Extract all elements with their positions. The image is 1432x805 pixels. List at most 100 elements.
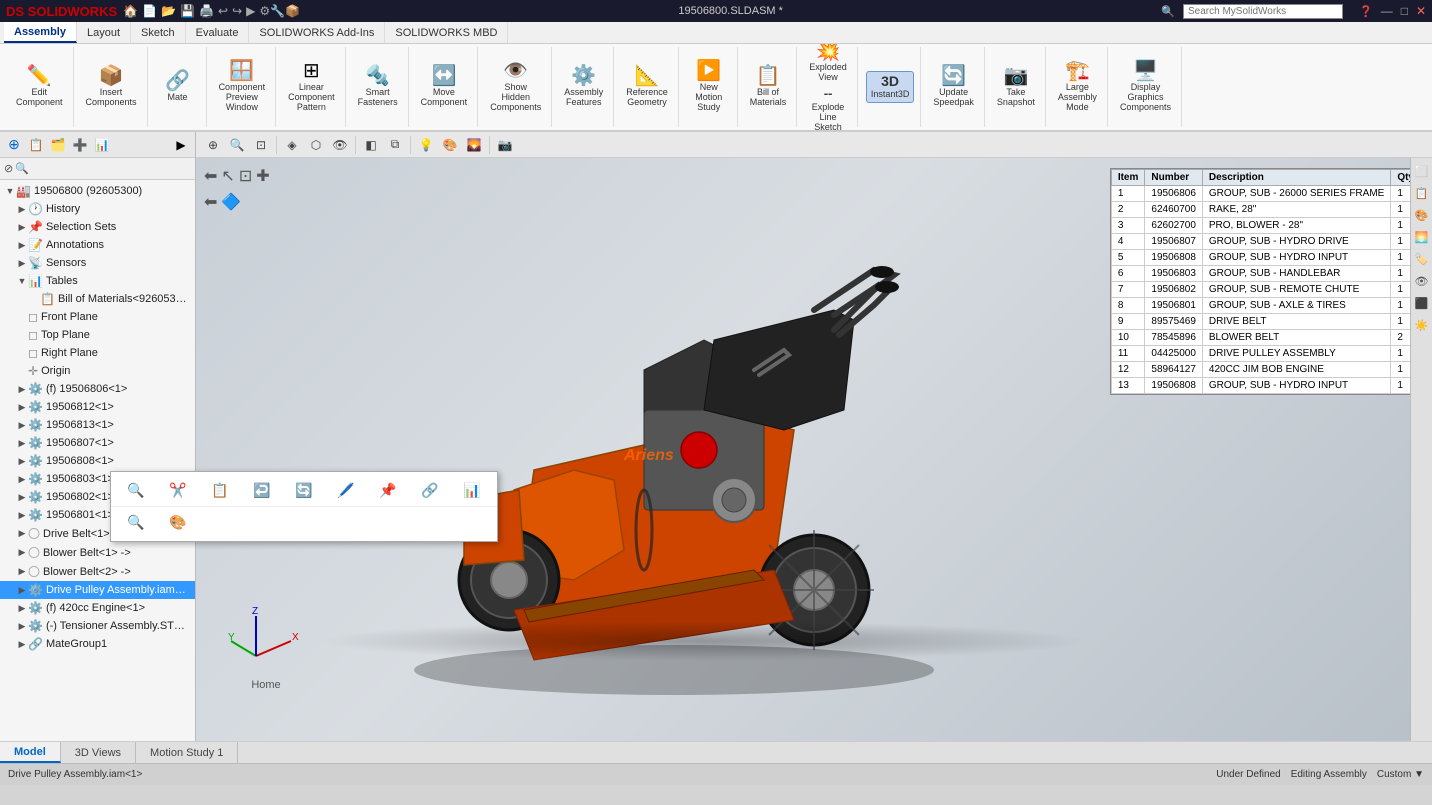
view-3d-btn[interactable]: ◈	[281, 134, 303, 156]
comp2-expander[interactable]: ▶	[16, 401, 28, 413]
engine-expander[interactable]: ▶	[16, 602, 28, 614]
comp3-expander[interactable]: ▶	[16, 419, 28, 431]
tree-right-plane[interactable]: ◻ Right Plane	[0, 344, 195, 362]
tree-blower-belt1[interactable]: ▶ 〇 Blower Belt<1> ->	[0, 543, 195, 562]
search-tree-icon[interactable]: 🔍	[15, 162, 29, 175]
new-motion-btn[interactable]: ▶️ NewMotionStudy	[687, 59, 731, 115]
view-zoom-btn[interactable]: 🔍	[226, 134, 248, 156]
feature-tree[interactable]: ▼ 🏭 19506800 (92605300) ▶ 🕐 History ▶ 📌 …	[0, 180, 195, 741]
blower-belt1-expander[interactable]: ▶	[16, 547, 28, 559]
search-input[interactable]	[1183, 4, 1343, 19]
ctx-copy-btn[interactable]: 📋	[201, 479, 239, 502]
instant3d-btn[interactable]: 3D Instant3D	[866, 71, 915, 103]
drive-belt-expander[interactable]: ▶	[16, 528, 28, 540]
view-section-btn[interactable]: ◧	[360, 134, 382, 156]
ctx-table-btn[interactable]: 📊	[453, 479, 491, 502]
view-display-btn[interactable]: 📷	[494, 134, 516, 156]
bom-expander[interactable]	[28, 293, 40, 305]
bom-row-6[interactable]: 6 19506803 GROUP, SUB - HANDLEBAR 1	[1111, 266, 1420, 282]
selection-sets-expander[interactable]: ▶	[16, 221, 28, 233]
decals-btn[interactable]: 🏷️	[1413, 250, 1431, 268]
home-btn[interactable]: 🏠	[123, 4, 138, 18]
tree-comp1[interactable]: ▶ ⚙️ (f) 19506806<1>	[0, 380, 195, 398]
comp5-expander[interactable]: ▶	[16, 455, 28, 467]
bom-row-13[interactable]: 13 19506808 GROUP, SUB - HYDRO INPUT 1	[1111, 378, 1420, 394]
tree-comp4[interactable]: ▶ ⚙️ 19506807<1>	[0, 434, 195, 452]
tree-tables[interactable]: ▼ 📊 Tables	[0, 272, 195, 290]
ambient-btn[interactable]: ☀️	[1413, 316, 1431, 334]
viewport[interactable]: ⬅ ↖ ⊡ ✚ ⬅ 🔷	[196, 158, 1432, 741]
tree-root[interactable]: ▼ 🏭 19506800 (92605300)	[0, 182, 195, 200]
view-orient-btn[interactable]: ⊕	[202, 134, 224, 156]
property-manager-btn[interactable]: 📋	[26, 135, 46, 155]
tab-sketch[interactable]: Sketch	[131, 22, 186, 43]
minimize-btn[interactable]: —	[1381, 4, 1393, 18]
view-hide-btn[interactable]: 👁	[329, 134, 351, 156]
ctx-zoom-btn[interactable]: 🔍	[117, 479, 155, 502]
save-btn[interactable]: 💾	[180, 4, 195, 18]
close-btn[interactable]: ✕	[1416, 4, 1426, 18]
units-display[interactable]: Custom ▼	[1377, 769, 1424, 780]
bom-row-2[interactable]: 2 62460700 RAKE, 28" 1	[1111, 202, 1420, 218]
view-render-btn[interactable]: 🎨	[439, 134, 461, 156]
display-manager-btn[interactable]: 📊	[92, 135, 112, 155]
drive-pulley-expander[interactable]: ▶	[16, 584, 28, 596]
insert-components-btn[interactable]: 📦 InsertComponents	[82, 64, 141, 110]
tree-comp5[interactable]: ▶ ⚙️ 19506808<1>	[0, 452, 195, 470]
right-plane-expander[interactable]	[16, 347, 28, 359]
tensioner-expander[interactable]: ▶	[16, 620, 28, 632]
tree-engine[interactable]: ▶ ⚙️ (f) 420cc Engine<1>	[0, 599, 195, 617]
tree-mate-group[interactable]: ▶ 🔗 MateGroup1	[0, 635, 195, 653]
ctx-undo-btn[interactable]: ↩️	[243, 479, 281, 502]
tree-history[interactable]: ▶ 🕐 History	[0, 200, 195, 218]
reference-geometry-btn[interactable]: 📐 ReferenceGeometry	[622, 64, 672, 110]
bom-row-4[interactable]: 4 19506807 GROUP, SUB - HYDRO DRIVE 1	[1111, 234, 1420, 250]
assembly-features-btn[interactable]: ⚙️ AssemblyFeatures	[560, 64, 607, 110]
zoom-region-btn[interactable]: ⊡	[239, 166, 252, 186]
tree-comp3[interactable]: ▶ ⚙️ 19506813<1>	[0, 416, 195, 434]
component-preview-btn[interactable]: 🪟 ComponentPreviewWindow	[215, 59, 270, 115]
tab-evaluate[interactable]: Evaluate	[186, 22, 250, 43]
quick-access-toolbar[interactable]: 🏠 📄 📂 💾 🖨️ ↩ ↪ ▶ ⚙🔧📦	[123, 4, 300, 18]
bom-row-1[interactable]: 1 19506806 GROUP, SUB - 26000 SERIES FRA…	[1111, 186, 1420, 202]
tree-sensors[interactable]: ▶ 📡 Sensors	[0, 254, 195, 272]
tables-expander[interactable]: ▼	[16, 275, 28, 287]
help-btn[interactable]: ❓	[1359, 5, 1373, 18]
display-state-btn[interactable]: 📋	[1413, 184, 1431, 202]
large-assembly-btn[interactable]: 🏗️ LargeAssemblyMode	[1054, 59, 1101, 115]
tree-origin[interactable]: ✛ Origin	[0, 362, 195, 380]
extra-tools[interactable]: ⚙🔧📦	[259, 4, 300, 18]
ctx-link-btn[interactable]: 🔗	[411, 479, 449, 502]
comp7-expander[interactable]: ▶	[16, 491, 28, 503]
scene-btn[interactable]: 🌅	[1413, 228, 1431, 246]
ctx-pin-btn[interactable]: 📌	[369, 479, 407, 502]
view-wireframe-btn[interactable]: ⬡	[305, 134, 327, 156]
open-btn[interactable]: 📂	[161, 4, 176, 18]
mate-btn[interactable]: 🔗 Mate	[156, 69, 200, 105]
tab-motion-study[interactable]: Motion Study 1	[136, 742, 238, 763]
trimetric-btn[interactable]: 🔷	[221, 192, 241, 212]
top-plane-expander[interactable]	[16, 329, 28, 341]
origin-expander[interactable]	[16, 365, 28, 377]
bom-row-12[interactable]: 12 58964127 420CC JIM BOB ENGINE 1	[1111, 362, 1420, 378]
maximize-btn[interactable]: □	[1401, 4, 1408, 18]
mate-group-expander[interactable]: ▶	[16, 638, 28, 650]
select-mode-btn[interactable]: ↖	[221, 166, 234, 186]
ctx-refresh-btn[interactable]: 🔄	[285, 479, 323, 502]
bom-row-11[interactable]: 11 04425000 DRIVE PULLEY ASSEMBLY 1	[1111, 346, 1420, 362]
move-component-btn[interactable]: ↔️ MoveComponent	[417, 64, 472, 110]
tab-3d-views[interactable]: 3D Views	[61, 742, 136, 763]
tree-annotations[interactable]: ▶ 📝 Annotations	[0, 236, 195, 254]
appearance-btn[interactable]: 🎨	[1413, 206, 1431, 224]
ctx-edit-btn[interactable]: 🖊️	[327, 479, 365, 502]
annotations-expander[interactable]: ▶	[16, 239, 28, 251]
ctx-cut-btn[interactable]: ✂️	[159, 479, 197, 502]
history-expander[interactable]: ▶	[16, 203, 28, 215]
show-hidden-btn[interactable]: 👁️ ShowHiddenComponents	[486, 59, 545, 115]
view-cube-btn[interactable]: ⬜	[1413, 162, 1431, 180]
view-fit-btn[interactable]: ⊡	[250, 134, 272, 156]
comp8-expander[interactable]: ▶	[16, 509, 28, 521]
edit-component-btn[interactable]: ✏️ EditComponent	[12, 64, 67, 110]
tree-front-plane[interactable]: ◻ Front Plane	[0, 308, 195, 326]
undo-btn[interactable]: ↩	[218, 4, 228, 18]
